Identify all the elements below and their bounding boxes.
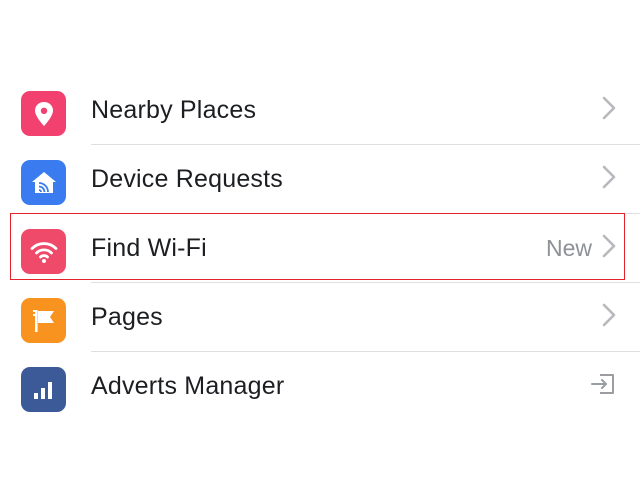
menu-item-label: Pages <box>91 303 163 331</box>
chevron-right-icon <box>602 96 616 125</box>
menu-item-trailing <box>590 352 616 421</box>
external-link-icon <box>590 372 616 401</box>
menu-item-find-wifi[interactable]: Find Wi-Fi New <box>0 214 640 283</box>
chevron-right-icon <box>602 303 616 332</box>
bar-chart-icon <box>21 367 66 412</box>
menu-item-trailing <box>602 283 616 352</box>
menu-list: Nearby Places Device Requests Find Wi-Fi… <box>0 76 640 421</box>
new-badge: New <box>545 235 592 261</box>
chevron-right-icon <box>602 165 616 194</box>
device-home-icon <box>21 160 66 205</box>
wifi-icon <box>21 229 66 274</box>
menu-item-trailing <box>602 76 616 145</box>
location-pin-icon <box>21 91 66 136</box>
menu-item-label: Adverts Manager <box>91 372 285 400</box>
menu-item-trailing <box>602 145 616 214</box>
menu-item-label: Device Requests <box>91 165 283 193</box>
flag-icon <box>21 298 66 343</box>
menu-item-device-requests[interactable]: Device Requests <box>0 145 640 214</box>
chevron-right-icon <box>602 234 616 263</box>
menu-item-trailing: New <box>546 214 616 283</box>
menu-item-label: Find Wi-Fi <box>91 234 207 262</box>
menu-item-label: Nearby Places <box>91 96 257 124</box>
menu-item-nearby-places[interactable]: Nearby Places <box>0 76 640 145</box>
menu-item-adverts-manager[interactable]: Adverts Manager <box>0 352 640 421</box>
menu-item-pages[interactable]: Pages <box>0 283 640 352</box>
